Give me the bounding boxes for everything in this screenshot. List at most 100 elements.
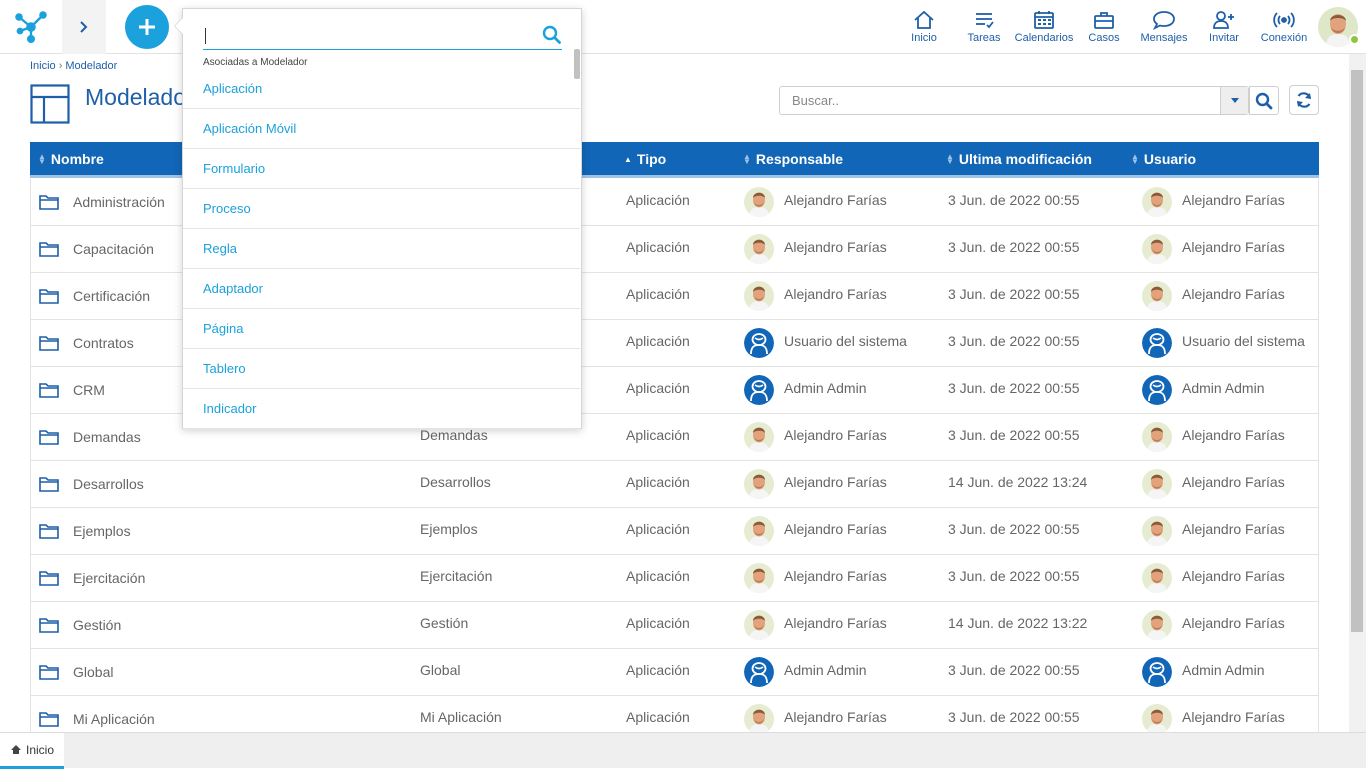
dropdown-scrollbar-thumb[interactable] <box>574 49 580 79</box>
cell-modificacion: 3 Jun. de 2022 00:55 <box>948 224 1080 270</box>
cell-nombre[interactable]: Ejemplos <box>39 508 131 554</box>
tab-inicio[interactable]: Inicio <box>0 733 64 769</box>
table-row[interactable]: Global Global Aplicación Admin Admin 3 Jun. … <box>30 649 1319 696</box>
column-header-usuario[interactable]: ▲ ▼ Usuario <box>1131 142 1196 176</box>
table-row[interactable]: Mi Aplicación Mi Aplicación Aplicación Alej… <box>30 696 1319 732</box>
nav-inicio[interactable]: Inicio <box>904 0 944 54</box>
dropdown-item[interactable]: Tablero <box>183 349 580 389</box>
user-avatar[interactable] <box>744 422 774 452</box>
create-new-button[interactable] <box>125 5 169 49</box>
nav-calendarios[interactable]: Calendarios <box>1014 0 1074 54</box>
cell-nombre[interactable]: Certificación <box>39 273 150 319</box>
nav-tareas[interactable]: Tareas <box>964 0 1004 54</box>
app-description: Ejemplos <box>420 521 478 537</box>
cell-nombre[interactable]: Administración <box>39 179 165 225</box>
table-row[interactable]: Ejercitación Ejercitación Aplicación Alejan… <box>30 555 1319 602</box>
user-avatar[interactable] <box>1142 187 1172 217</box>
dropdown-item[interactable]: Adaptador <box>183 269 580 309</box>
page-scrollbar-thumb[interactable] <box>1351 70 1363 632</box>
search-input[interactable] <box>780 87 1220 114</box>
user-avatar[interactable] <box>1142 563 1172 593</box>
cell-nombre[interactable]: Contratos <box>39 320 134 366</box>
plus-icon <box>139 19 155 35</box>
user-avatar[interactable] <box>1142 469 1172 499</box>
user-avatar[interactable] <box>1142 516 1172 546</box>
system-user-avatar[interactable] <box>744 375 774 405</box>
invite-user-icon <box>1213 11 1234 29</box>
logo-icon <box>15 11 47 44</box>
cell-nombre[interactable]: Ejercitación <box>39 555 145 601</box>
user-avatar[interactable] <box>744 234 774 264</box>
user-avatar[interactable] <box>744 469 774 499</box>
cell-nombre[interactable]: Gestión <box>39 602 121 648</box>
column-header-responsable[interactable]: ▲ ▼ Responsable <box>743 142 843 176</box>
dropdown-item[interactable]: Formulario <box>183 149 580 189</box>
folder-icon <box>39 665 59 680</box>
search-button[interactable] <box>1249 86 1279 115</box>
modeler-icon <box>30 84 70 124</box>
cell-responsable: Alejandro Farías <box>744 508 887 554</box>
breadcrumb-home[interactable]: Inicio <box>30 60 56 72</box>
column-header-modificacion[interactable]: ▲ ▼ Ultima modificación <box>946 142 1092 176</box>
system-user-avatar[interactable] <box>1142 657 1172 687</box>
system-user-avatar[interactable] <box>1142 328 1172 358</box>
user-avatar[interactable] <box>744 187 774 217</box>
app-name: Administración <box>73 194 165 210</box>
app-type: Aplicación <box>626 662 690 678</box>
dropdown-search-input[interactable] <box>203 23 533 47</box>
system-user-avatar[interactable] <box>744 328 774 358</box>
nav-conexion[interactable]: Conexión <box>1259 0 1309 54</box>
nav-casos[interactable]: Casos <box>1084 0 1124 54</box>
dropdown-item[interactable]: Página <box>183 309 580 349</box>
nav-label: Casos <box>1088 32 1120 44</box>
cell-responsable: Alejandro Farías <box>744 179 887 225</box>
dropdown-item[interactable]: Aplicación Móvil <box>183 109 580 149</box>
app-name: Desarrollos <box>73 476 144 492</box>
usuario-name: Usuario del sistema <box>1182 333 1305 349</box>
refresh-button[interactable] <box>1289 85 1319 115</box>
user-photo-icon <box>744 516 774 546</box>
cell-nombre[interactable]: Demandas <box>39 414 141 460</box>
nav-mensajes[interactable]: Mensajes <box>1139 0 1189 54</box>
system-user-avatar[interactable] <box>744 657 774 687</box>
system-user-icon <box>744 375 774 405</box>
dropdown-item[interactable]: Regla <box>183 229 580 269</box>
app-name: Global <box>73 664 114 680</box>
user-avatar[interactable] <box>744 563 774 593</box>
breadcrumb-current[interactable]: Modelador <box>65 60 117 72</box>
cell-nombre[interactable]: CRM <box>39 367 105 413</box>
user-avatar[interactable] <box>744 516 774 546</box>
nav-invitar[interactable]: Invitar <box>1204 0 1244 54</box>
user-avatar[interactable] <box>1142 281 1172 311</box>
user-avatar[interactable] <box>744 281 774 311</box>
user-avatar[interactable] <box>1142 234 1172 264</box>
connection-icon <box>1273 12 1295 28</box>
user-avatar[interactable] <box>744 704 774 732</box>
user-avatar[interactable] <box>1142 610 1172 640</box>
column-header-nombre[interactable]: ▲ ▼ Nombre <box>38 142 104 176</box>
search-filter-dropdown[interactable] <box>1220 87 1248 114</box>
table-row[interactable]: Gestión Gestión Aplicación Alejandro Farías… <box>30 602 1319 649</box>
column-label: Responsable <box>755 151 844 167</box>
cell-nombre[interactable]: Desarrollos <box>39 461 144 507</box>
cell-nombre[interactable]: Mi Aplicación <box>39 696 155 732</box>
dropdown-item[interactable]: Proceso <box>183 189 580 229</box>
system-user-avatar[interactable] <box>1142 375 1172 405</box>
responsable-name: Alejandro Farías <box>784 568 887 584</box>
expand-menu-button[interactable] <box>62 0 106 54</box>
cell-nombre[interactable]: Capacitación <box>39 226 154 272</box>
column-label: Usuario <box>1143 151 1197 167</box>
user-avatar[interactable] <box>1142 422 1172 452</box>
cell-responsable: Alejandro Farías <box>744 273 887 319</box>
search-icon[interactable] <box>542 25 562 45</box>
dropdown-item[interactable]: Aplicación <box>183 69 580 109</box>
user-avatar[interactable] <box>744 610 774 640</box>
app-description: Ejercitación <box>420 568 493 584</box>
table-row[interactable]: Desarrollos Desarrollos Aplicación Alejandr… <box>30 461 1319 508</box>
app-logo[interactable] <box>0 0 62 54</box>
table-row[interactable]: Ejemplos Ejemplos Aplicación Alejandro Farí… <box>30 508 1319 555</box>
user-avatar[interactable] <box>1142 704 1172 732</box>
dropdown-item[interactable]: Indicador <box>183 389 580 429</box>
column-header-tipo[interactable]: ▲ Tipo <box>624 142 666 176</box>
cell-nombre[interactable]: Global <box>39 649 113 695</box>
